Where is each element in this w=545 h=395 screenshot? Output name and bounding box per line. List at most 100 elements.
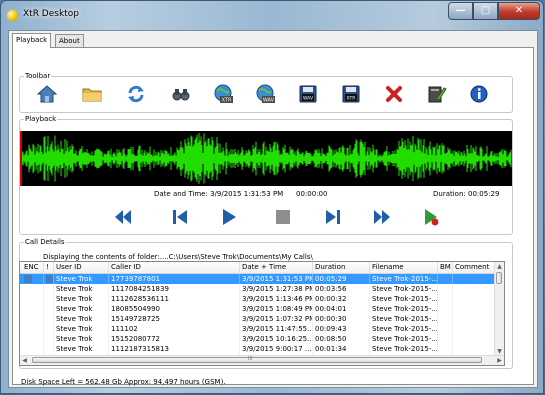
- save-xtr-button[interactable]: XTR: [340, 83, 362, 105]
- column-header[interactable]: Filename: [370, 262, 438, 273]
- table-header: ENC! User ID Caller ID Date + Time Duration F…: [20, 262, 496, 274]
- vertical-scroll-thumb[interactable]: [496, 272, 502, 284]
- cell-empty: [44, 324, 54, 334]
- cell-empty: [453, 344, 496, 354]
- rewind-button[interactable]: [114, 208, 132, 226]
- save-wav-button[interactable]: WAV: [297, 83, 319, 105]
- cell-empty: [44, 274, 54, 284]
- open-folder-button[interactable]: [81, 83, 103, 105]
- cell-datetime: 3/9/2015 9:00:17 ...: [242, 344, 313, 354]
- table-row[interactable]: Steve Trok 18085504990 3/9/2015 1:08:49 PM…: [20, 304, 496, 314]
- skip-forward-button[interactable]: [324, 208, 342, 226]
- tab-playback[interactable]: Playback: [12, 33, 52, 48]
- cell-empty: [453, 274, 496, 284]
- horizontal-scroll-thumb[interactable]: III: [32, 356, 482, 363]
- delete-icon: [386, 86, 402, 102]
- cell-empty: [453, 324, 496, 334]
- cell-duration: 00:00:30: [313, 314, 370, 324]
- search-button[interactable]: [170, 83, 192, 105]
- cell-empty: [438, 304, 453, 314]
- export-wav-button[interactable]: WAV: [254, 83, 276, 105]
- cell-empty: [438, 324, 453, 334]
- cell-caller: 15152080772: [109, 334, 240, 344]
- playback-group-label: Playback: [24, 115, 58, 123]
- svg-text:XTR: XTR: [347, 96, 356, 102]
- table-row[interactable]: Steve Trok 1112628536111 3/9/2015 1:13:46 …: [20, 294, 496, 304]
- scroll-right-icon[interactable]: ▶: [495, 356, 504, 365]
- globe-wav-icon: WAV: [256, 84, 275, 104]
- calls-table[interactable]: ENC! User ID Caller ID Date + Time Duration F…: [19, 261, 505, 366]
- stop-button[interactable]: [274, 208, 292, 226]
- refresh-button[interactable]: [125, 83, 147, 105]
- cell-datetime: 3/9/2015 1:27:38 PM: [242, 284, 313, 294]
- playback-position: 00:00:00: [296, 190, 328, 198]
- tab-about[interactable]: About: [55, 34, 84, 47]
- fast-forward-button[interactable]: [373, 208, 391, 226]
- table-row[interactable]: Steve Trok 15152080772 3/9/2015 10:16:25..…: [20, 334, 496, 344]
- cell-empty: [453, 334, 496, 344]
- refresh-icon: [128, 85, 144, 103]
- stop-icon: [276, 210, 290, 224]
- play-export-icon: [425, 209, 439, 226]
- scroll-grip: III: [248, 356, 253, 362]
- fast-forward-icon: [374, 210, 390, 224]
- column-header[interactable]: ENC: [22, 262, 44, 273]
- playback-group: Playback Date and Time: 3/9/2015 1:31:53…: [19, 115, 513, 235]
- table-row[interactable]: Steve Trok 17739787801 3/9/2015 1:31:53 PM…: [20, 274, 496, 284]
- edit-comment-button[interactable]: [425, 83, 447, 105]
- column-header[interactable]: Comment: [453, 262, 496, 273]
- play-button[interactable]: [220, 208, 238, 226]
- close-button[interactable]: ✕: [498, 2, 540, 20]
- column-header[interactable]: !: [44, 262, 54, 273]
- cell-datetime: 3/9/2015 10:16:25...: [242, 334, 313, 344]
- minimize-button[interactable]: —: [448, 2, 473, 20]
- skip-back-button[interactable]: [171, 208, 189, 226]
- cell-filename: Steve Trok-2015-...: [372, 314, 438, 324]
- delete-button[interactable]: [383, 83, 405, 105]
- cell-filename: Steve Trok-2015-...: [372, 274, 438, 284]
- playhead-marker[interactable]: [20, 131, 22, 186]
- scroll-up-icon[interactable]: ▲: [495, 262, 504, 271]
- export-play-button[interactable]: [422, 208, 440, 226]
- cell-caller: 15149728725: [109, 314, 240, 324]
- vertical-scrollbar[interactable]: ▲ ▼: [494, 262, 504, 356]
- cell-empty: [22, 334, 44, 344]
- svg-text:WAV: WAV: [303, 96, 314, 102]
- folder-icon: [82, 88, 102, 102]
- folder-path-text: Displaying the contents of folder:....C:…: [43, 253, 313, 261]
- waveform-graph: [21, 133, 512, 184]
- cell-duration: 00:03:56: [313, 284, 370, 294]
- app-logo-icon: [7, 10, 18, 21]
- column-header[interactable]: Caller ID: [109, 262, 240, 273]
- cell-empty: [44, 344, 54, 354]
- play-icon: [223, 209, 236, 225]
- table-row[interactable]: Steve Trok 111102 3/9/2015 11:47:55... 00:0…: [20, 324, 496, 334]
- cell-empty: [22, 274, 44, 284]
- column-header[interactable]: BM: [438, 262, 453, 273]
- playback-duration: Duration: 00:05:29: [433, 190, 500, 198]
- table-row[interactable]: Steve Trok 1112187315813 3/9/2015 9:00:17 …: [20, 344, 496, 354]
- cell-user: Steve Trok: [54, 294, 109, 304]
- cell-user: Steve Trok: [54, 284, 109, 294]
- disk-space-status: Disk Space Left = 562.48 Gb Approx: 94,4…: [21, 378, 226, 386]
- maximize-button[interactable]: □: [473, 2, 498, 20]
- horizontal-scrollbar[interactable]: ◀ III ▶: [20, 355, 504, 365]
- home-button[interactable]: [36, 83, 58, 105]
- export-xtr-button[interactable]: XTR: [212, 83, 234, 105]
- cell-empty: [453, 314, 496, 324]
- column-header[interactable]: User ID: [54, 262, 109, 273]
- info-button[interactable]: [468, 83, 490, 105]
- skip-back-icon: [173, 210, 187, 224]
- scroll-left-icon[interactable]: ◀: [20, 356, 29, 365]
- cell-empty: [438, 344, 453, 354]
- svg-text:WAV: WAV: [263, 98, 275, 104]
- waveform-display[interactable]: [20, 131, 512, 186]
- table-row[interactable]: Steve Trok 15149728725 3/9/2015 1:07:32 PM…: [20, 314, 496, 324]
- column-header[interactable]: Duration: [313, 262, 370, 273]
- table-row[interactable]: Steve Trok 1117084251839 3/9/2015 1:27:38 …: [20, 284, 496, 294]
- title-bar[interactable]: XtR Desktop — □ ✕: [1, 1, 545, 29]
- cell-empty: [22, 324, 44, 334]
- disk-wav-icon: WAV: [299, 85, 317, 103]
- cell-empty: [438, 314, 453, 324]
- column-header[interactable]: Date + Time: [240, 262, 313, 273]
